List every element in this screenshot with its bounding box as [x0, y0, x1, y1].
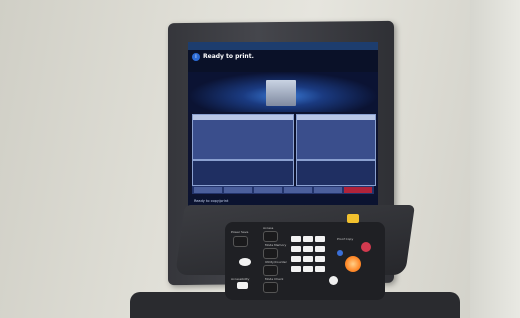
- reset-button[interactable]: [329, 276, 338, 285]
- tab-1[interactable]: [194, 187, 222, 193]
- proof-copy-label: Proof Copy: [337, 237, 354, 241]
- tab-stop[interactable]: [344, 187, 372, 193]
- start-button[interactable]: [345, 256, 361, 272]
- stop-button[interactable]: [361, 242, 371, 252]
- job-detail-header: [297, 115, 375, 120]
- footer-status: Ready to copy/print: [194, 199, 229, 203]
- touch-screen[interactable]: i Ready to print. Ready to copy/print: [188, 42, 378, 210]
- accessibility-button[interactable]: [237, 282, 248, 289]
- wall-right-side: [470, 0, 520, 318]
- mode-memory-label: Mode Memory: [265, 243, 287, 247]
- access-button[interactable]: [263, 231, 278, 242]
- job-detail-panel[interactable]: [296, 114, 376, 160]
- tab-5[interactable]: [314, 187, 342, 193]
- access-label: Access: [263, 226, 274, 230]
- power-save-label: Power Save: [231, 230, 249, 234]
- mode-check-button[interactable]: [263, 282, 278, 293]
- numpad-key[interactable]: [291, 266, 301, 272]
- utility-button[interactable]: [263, 265, 278, 276]
- numpad-key[interactable]: [303, 256, 313, 262]
- tab-2[interactable]: [224, 187, 252, 193]
- accessibility-label: Accessibility: [231, 277, 250, 281]
- tab-3[interactable]: [254, 187, 282, 193]
- numpad-key[interactable]: [291, 246, 301, 252]
- numpad-key[interactable]: [315, 246, 325, 252]
- numpad-key[interactable]: [303, 236, 313, 242]
- job-list-header: [193, 115, 293, 120]
- numpad-key[interactable]: [303, 266, 313, 272]
- white-round-button[interactable]: [239, 258, 251, 266]
- screen-top-bar: [188, 42, 378, 50]
- job-list-panel[interactable]: [192, 114, 294, 160]
- utility-label: Utility/Counter: [265, 260, 287, 264]
- machine-illustration: [266, 80, 296, 106]
- numpad-key[interactable]: [291, 236, 301, 242]
- screen-tab-bar: [192, 186, 374, 194]
- numpad-key[interactable]: [291, 256, 301, 262]
- access-yellow-button[interactable]: [347, 214, 359, 223]
- numpad-key[interactable]: [303, 246, 313, 252]
- numpad-key[interactable]: [315, 236, 325, 242]
- hardware-keypad: Power Save Access Mode Memory Utility/Co…: [225, 214, 385, 300]
- power-save-button[interactable]: [233, 236, 248, 247]
- mode-memory-button[interactable]: [263, 248, 278, 259]
- numpad-key[interactable]: [315, 266, 325, 272]
- printer-icon: i: [192, 53, 200, 61]
- mode-check-label: Mode Check: [265, 277, 284, 281]
- tab-4[interactable]: [284, 187, 312, 193]
- interrupt-button[interactable]: [337, 250, 343, 256]
- numpad-key[interactable]: [315, 256, 325, 262]
- status-message: Ready to print.: [203, 53, 254, 60]
- settings-panel-left[interactable]: [192, 160, 294, 186]
- settings-panel-right[interactable]: [296, 160, 376, 186]
